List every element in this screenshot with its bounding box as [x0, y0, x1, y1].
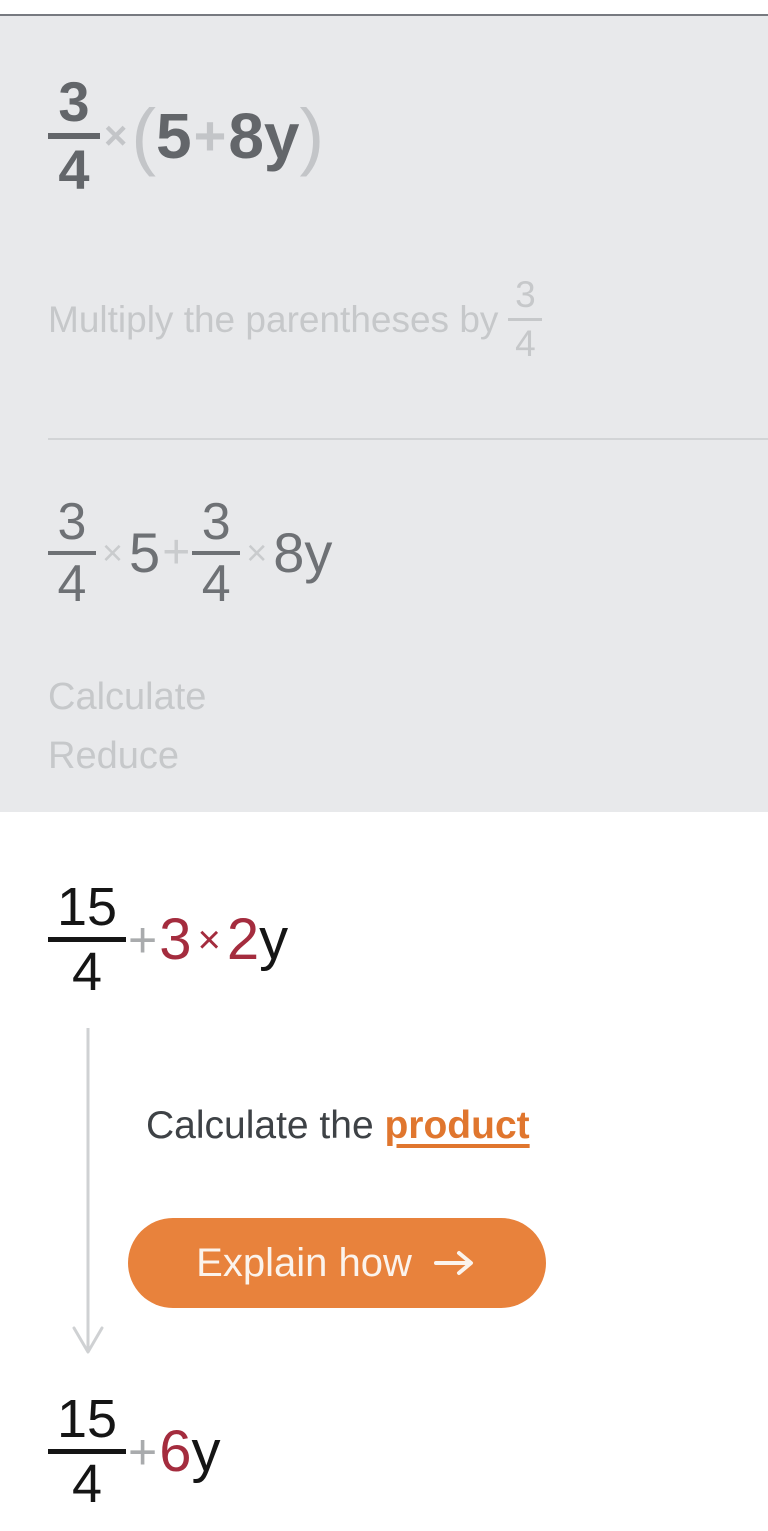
multiplication-operator: ×	[104, 114, 128, 158]
fraction-numerator: 3	[515, 274, 536, 315]
arrow-right-icon	[433, 1249, 478, 1277]
open-parenthesis: (	[131, 94, 157, 177]
faded-hint-calculate: Calculate	[48, 676, 207, 718]
fraction-numerator: 3	[58, 70, 90, 133]
term-five: 5	[129, 521, 161, 584]
fraction-fifteen-fourths-result: 15 4	[48, 1392, 126, 1511]
highlighted-term-two: 2	[226, 906, 260, 972]
multiplication-operator-first: ×	[102, 532, 124, 573]
fraction-denominator: 4	[58, 138, 90, 201]
close-parenthesis: )	[299, 94, 325, 177]
fraction-denominator: 4	[515, 323, 536, 364]
term-five: 5	[156, 100, 192, 172]
fraction-numerator: 3	[201, 493, 231, 551]
faded-hint-list: Calculate Reduce	[48, 668, 206, 786]
fraction-numerator: 3	[57, 493, 87, 551]
fraction-numerator: 15	[56, 1389, 118, 1449]
multiplication-operator-second: ×	[246, 532, 268, 573]
fraction-denominator: 4	[71, 942, 103, 1002]
hint-fraction-three-fourths: 3 4	[508, 274, 543, 365]
hint-text: Multiply the parentheses by	[48, 298, 499, 340]
faded-hint-reduce: Reduce	[48, 734, 179, 777]
step-divider	[48, 438, 768, 440]
active-step-instruction: Calculate the product	[146, 1104, 530, 1148]
active-result-expression: 15 4 + 6 y	[48, 1392, 220, 1511]
variable-y: y	[191, 1418, 221, 1484]
fraction-denominator: 4	[71, 1454, 103, 1514]
instruction-keyword-link[interactable]: product	[384, 1104, 529, 1147]
fraction-denominator: 4	[201, 555, 231, 613]
variable-y: y	[259, 906, 289, 972]
instruction-prefix: Calculate the	[146, 1104, 374, 1147]
explain-how-label: Explain how	[196, 1240, 412, 1285]
fraction-denominator: 4	[57, 555, 87, 613]
addition-operator: +	[128, 1423, 158, 1480]
variable-y: y	[263, 100, 300, 172]
addition-operator: +	[128, 911, 158, 968]
faded-hint-multiply: Multiply the parentheses by 3 4	[48, 274, 543, 365]
highlighted-coefficient-six: 6	[159, 1418, 192, 1484]
fraction-three-fourths-first: 3 4	[48, 496, 96, 610]
term-eight: 8	[228, 100, 264, 172]
faded-expression-expanded: 3 4 × 5 + 3 4 × 8 y	[48, 496, 332, 610]
highlighted-multiplication-operator: ×	[197, 917, 221, 962]
fraction-three-fourths: 3 4	[48, 74, 100, 198]
active-expression-product: 15 4 + 3 × 2 y	[48, 880, 288, 999]
addition-operator: +	[193, 104, 227, 167]
top-white-strip	[0, 0, 768, 14]
fraction-bar	[508, 318, 543, 321]
fraction-fifteen-fourths: 15 4	[48, 880, 126, 999]
explain-how-button[interactable]: Explain how	[128, 1218, 546, 1308]
addition-operator: +	[162, 526, 191, 579]
fraction-numerator: 15	[56, 877, 118, 937]
term-eight: 8	[273, 521, 305, 584]
faded-expression-distribute: 3 4 × ( 5 + 8 y )	[48, 74, 324, 198]
completed-steps-panel: 3 4 × ( 5 + 8 y ) Multiply the parenthes…	[0, 16, 768, 812]
highlighted-term-three: 3	[159, 906, 192, 972]
variable-y: y	[304, 521, 333, 584]
fraction-three-fourths-second: 3 4	[192, 493, 241, 613]
